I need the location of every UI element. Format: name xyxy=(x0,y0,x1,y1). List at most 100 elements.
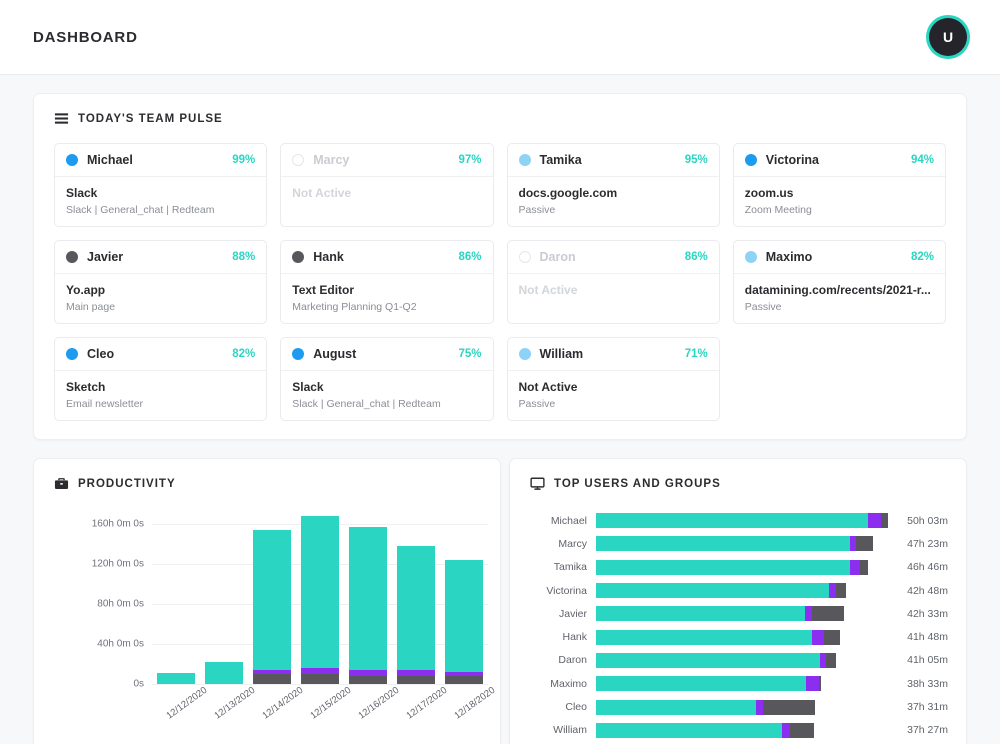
pulse-card[interactable]: Tamika95%docs.google.comPassive xyxy=(507,143,720,227)
pulse-card-app: zoom.us xyxy=(745,186,934,200)
status-dot-icon xyxy=(519,154,531,166)
x-tick-label: 12/12/2020 xyxy=(164,690,202,722)
top-users-name: Michael xyxy=(522,515,596,527)
pulse-card-detail: Email newsletter xyxy=(66,398,255,410)
pulse-card[interactable]: Cleo82%SketchEmail newsletter xyxy=(54,337,267,421)
avatar-initial: U xyxy=(929,18,967,56)
bar-segment xyxy=(812,606,844,621)
pulse-card[interactable]: Daron86%Not Active xyxy=(507,240,720,324)
pulse-card-detail: Passive xyxy=(519,398,708,410)
pulse-card[interactable]: Javier88%Yo.appMain page xyxy=(54,240,267,324)
pulse-card-name: Javier xyxy=(87,250,123,264)
bar-segment xyxy=(253,674,292,684)
status-dot-icon xyxy=(745,154,757,166)
bar-column[interactable] xyxy=(397,546,436,684)
bar-segment xyxy=(596,653,820,668)
bar-column[interactable] xyxy=(301,516,340,684)
pulse-card-name: Michael xyxy=(87,153,133,167)
pulse-card[interactable]: Hank86%Text EditorMarketing Planning Q1-… xyxy=(280,240,493,324)
top-users-title: TOP USERS AND GROUPS xyxy=(554,478,721,490)
bar-segment xyxy=(397,546,436,670)
y-tick-label: 160h 0m 0s xyxy=(92,519,144,530)
top-users-bar xyxy=(596,653,888,668)
team-pulse-title: TODAY'S TEAM PULSE xyxy=(78,113,223,125)
bar-column[interactable] xyxy=(157,673,196,684)
bar-column[interactable] xyxy=(445,560,484,684)
bar-segment xyxy=(205,662,244,684)
bar-segment xyxy=(445,676,484,684)
bar-column[interactable] xyxy=(253,530,292,684)
bar-segment xyxy=(301,674,340,684)
pulse-card-body: Not Active xyxy=(508,274,719,307)
bar-segment xyxy=(850,560,859,575)
status-dot-icon xyxy=(66,154,78,166)
pulse-card[interactable]: Victorina94%zoom.usZoom Meeting xyxy=(733,143,946,227)
pulse-card-percent: 75% xyxy=(458,348,481,360)
team-pulse-panel: TODAY'S TEAM PULSE Michael99%SlackSlack … xyxy=(33,93,967,440)
pulse-card-percent: 82% xyxy=(911,251,934,263)
productivity-panel: PRODUCTIVITY 0s40h 0m 0s80h 0m 0s120h 0m… xyxy=(33,458,501,744)
top-users-list: Michael 50h 03m Marcy 47h 23m Tamika46h 46mV… xyxy=(510,491,966,742)
pulse-card-body: datamining.com/recents/2021-r...Passive xyxy=(734,274,945,323)
pulse-card[interactable]: Marcy97%Not Active xyxy=(280,143,493,227)
y-tick-label: 0s xyxy=(133,679,144,690)
top-users-name: Javier xyxy=(522,608,596,620)
status-dot-icon xyxy=(66,348,78,360)
top-users-header: TOP USERS AND GROUPS xyxy=(510,459,966,491)
pulse-card-percent: 94% xyxy=(911,154,934,166)
top-users-name: William xyxy=(522,724,596,736)
pulse-card-detail: Passive xyxy=(519,204,708,216)
pulse-card[interactable]: Michael99%SlackSlack | General_chat | Re… xyxy=(54,143,267,227)
top-users-row[interactable]: Marcy 47h 23m xyxy=(522,532,948,555)
top-users-name: Cleo xyxy=(522,701,596,713)
top-users-row[interactable]: Victorina42h 48m xyxy=(522,579,948,602)
top-users-name: Tamika xyxy=(522,561,596,573)
status-dot-icon xyxy=(292,251,304,263)
bar-segment xyxy=(819,676,820,691)
avatar[interactable]: U xyxy=(929,18,967,56)
productivity-x-axis: 12/12/202012/13/202012/14/202012/15/2020… xyxy=(152,686,488,701)
top-users-row[interactable]: Maximo38h 33m xyxy=(522,672,948,695)
y-tick-label: 80h 0m 0s xyxy=(97,599,144,610)
bar-segment xyxy=(826,653,836,668)
productivity-y-axis: 0s40h 0m 0s80h 0m 0s120h 0m 0s160h 0m 0s xyxy=(46,504,144,684)
top-users-value: 42h 48m xyxy=(888,585,948,597)
x-tick-label: 12/14/2020 xyxy=(260,690,298,722)
pulse-card[interactable]: August75%SlackSlack | General_chat | Red… xyxy=(280,337,493,421)
top-users-bar xyxy=(596,606,888,621)
top-users-panel: TOP USERS AND GROUPS Michael 50h 03m Marcy… xyxy=(509,458,967,744)
bar-segment xyxy=(397,676,436,684)
pulse-card-head: Tamika95% xyxy=(508,144,719,177)
bar-column[interactable] xyxy=(205,662,244,684)
pulse-card-head: Victorina94% xyxy=(734,144,945,177)
top-users-row[interactable]: Javier42h 33m xyxy=(522,602,948,625)
bar-segment xyxy=(596,583,829,598)
pulse-card[interactable]: William71%Not ActivePassive xyxy=(507,337,720,421)
y-tick-label: 120h 0m 0s xyxy=(92,559,144,570)
top-users-name: Marcy xyxy=(522,538,596,550)
status-dot-icon xyxy=(745,251,757,263)
top-users-row[interactable]: Daron41h 05m xyxy=(522,649,948,672)
pulse-card[interactable]: Maximo 82% datamining.com/recents/2021-r..… xyxy=(733,240,946,324)
bar-column[interactable] xyxy=(349,527,388,684)
bottom-row: PRODUCTIVITY 0s40h 0m 0s80h 0m 0s120h 0m… xyxy=(33,458,967,744)
bar-segment xyxy=(824,630,840,645)
pulse-grid-filler xyxy=(733,337,946,421)
top-users-row[interactable]: William37h 27m xyxy=(522,719,948,742)
top-users-row[interactable]: Hank41h 48m xyxy=(522,625,948,648)
pulse-card-detail: Passive xyxy=(745,301,934,313)
pulse-card-app: Yo.app xyxy=(66,283,255,297)
pulse-card-name: William xyxy=(540,347,584,361)
pulse-card-detail: Main page xyxy=(66,301,255,313)
top-users-row[interactable]: Michael 50h 03m xyxy=(522,509,948,532)
top-users-bar xyxy=(596,513,888,528)
pulse-card-head: Hank86% xyxy=(281,241,492,274)
bar-segment xyxy=(806,676,819,691)
monitor-icon xyxy=(530,476,545,491)
pulse-card-body: zoom.usZoom Meeting xyxy=(734,177,945,226)
top-users-row[interactable]: Tamika46h 46m xyxy=(522,556,948,579)
top-users-row[interactable]: Cleo37h 31m xyxy=(522,695,948,718)
pulse-card-name: Maximo xyxy=(766,250,813,264)
top-users-value: 47h 23m xyxy=(888,538,948,550)
top-users-value: 50h 03m xyxy=(888,515,948,527)
